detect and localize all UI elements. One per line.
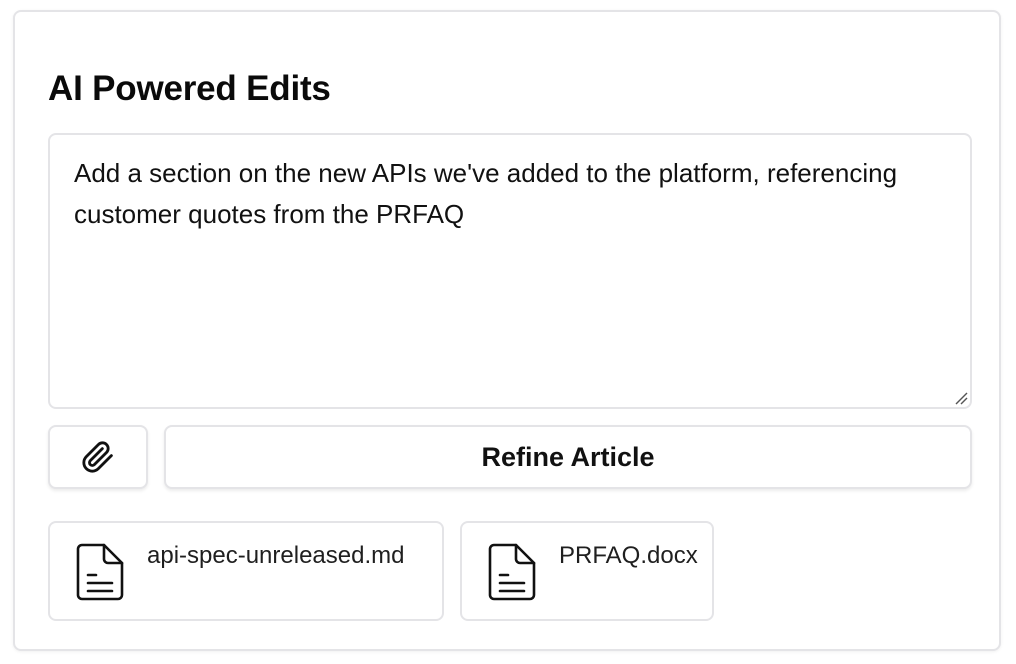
- ai-edits-panel: AI Powered Edits Add a section on the ne…: [13, 10, 1001, 651]
- attachment-name: api-spec-unreleased.md: [147, 542, 405, 569]
- attachment-chip[interactable]: api-spec-unreleased.md: [48, 521, 444, 621]
- paperclip-icon: [82, 441, 113, 473]
- attachment-chip[interactable]: PRFAQ.docx: [460, 521, 714, 621]
- attachment-name: PRFAQ.docx: [559, 542, 698, 569]
- attach-file-button[interactable]: [48, 425, 148, 489]
- file-text-icon: [488, 543, 536, 601]
- prompt-textarea[interactable]: Add a section on the new APIs we've adde…: [48, 133, 972, 409]
- resize-handle-icon[interactable]: [954, 391, 968, 405]
- panel-title: AI Powered Edits: [48, 69, 331, 108]
- file-text-icon: [76, 543, 124, 601]
- refine-article-button[interactable]: Refine Article: [164, 425, 972, 489]
- prompt-text[interactable]: Add a section on the new APIs we've adde…: [74, 153, 930, 235]
